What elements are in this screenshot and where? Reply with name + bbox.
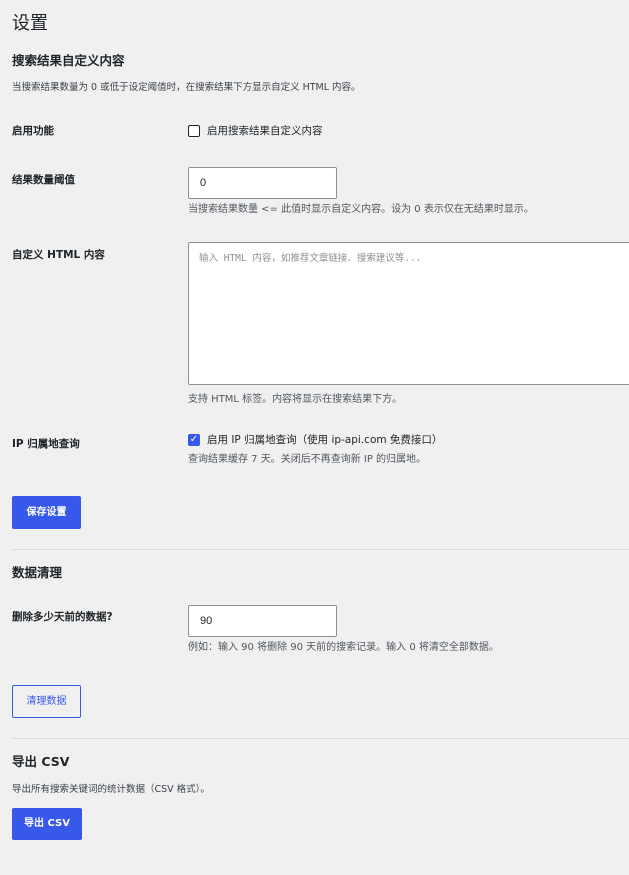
ip-lookup-label: IP 归属地查询 bbox=[12, 438, 80, 450]
export-csv-button[interactable]: 导出 CSV bbox=[12, 808, 82, 840]
enable-feature-label: 启用功能 bbox=[12, 125, 54, 137]
ip-lookup-checkbox[interactable]: ✓ bbox=[188, 434, 200, 446]
custom-html-label: 自定义 HTML 内容 bbox=[12, 249, 105, 261]
checkmark-icon: ✓ bbox=[189, 434, 199, 445]
search-custom-description: 当搜索结果数量为 0 或低于设定阈值时，在搜索结果下方显示自定义 HTML 内容… bbox=[12, 82, 361, 93]
cleanup-days-label: 删除多少天前的数据? bbox=[12, 611, 113, 623]
section-divider bbox=[12, 549, 629, 550]
settings-page: 设置 搜索结果自定义内容 当搜索结果数量为 0 或低于设定阈值时，在搜索结果下方… bbox=[0, 0, 629, 875]
cleanup-heading: 数据清理 bbox=[12, 565, 63, 580]
clean-data-button[interactable]: 清理数据 bbox=[12, 685, 81, 718]
search-custom-heading: 搜索结果自定义内容 bbox=[12, 53, 125, 68]
enable-feature-checkbox[interactable] bbox=[188, 125, 200, 137]
custom-html-textarea[interactable]: 输入 HTML 内容，如推荐文章链接、搜索建议等... bbox=[188, 242, 629, 385]
threshold-hint: 当搜索结果数量 <= 此值时显示自定义内容。设为 0 表示仅在无结果时显示。 bbox=[188, 204, 534, 215]
export-description: 导出所有搜索关键词的统计数据（CSV 格式）。 bbox=[12, 784, 210, 795]
enable-feature-checkbox-label[interactable]: 启用搜索结果自定义内容 bbox=[207, 124, 323, 138]
threshold-label: 结果数量阈值 bbox=[12, 174, 75, 186]
threshold-input[interactable]: 0 bbox=[188, 167, 337, 199]
cleanup-days-hint: 例如：输入 90 将删除 90 天前的搜索记录。输入 0 将清空全部数据。 bbox=[188, 642, 499, 653]
export-heading: 导出 CSV bbox=[12, 754, 70, 769]
custom-html-hint: 支持 HTML 标签。内容将显示在搜索结果下方。 bbox=[188, 394, 403, 405]
save-settings-button[interactable]: 保存设置 bbox=[12, 496, 81, 529]
ip-lookup-checkbox-label[interactable]: 启用 IP 归属地查询（使用 ip-api.com 免费接口） bbox=[207, 433, 442, 447]
cleanup-days-input[interactable]: 90 bbox=[188, 605, 337, 637]
section-divider bbox=[12, 738, 629, 739]
ip-lookup-hint: 查询结果缓存 7 天。关闭后不再查询新 IP 的归属地。 bbox=[188, 454, 427, 465]
page-title: 设置 bbox=[12, 13, 48, 34]
